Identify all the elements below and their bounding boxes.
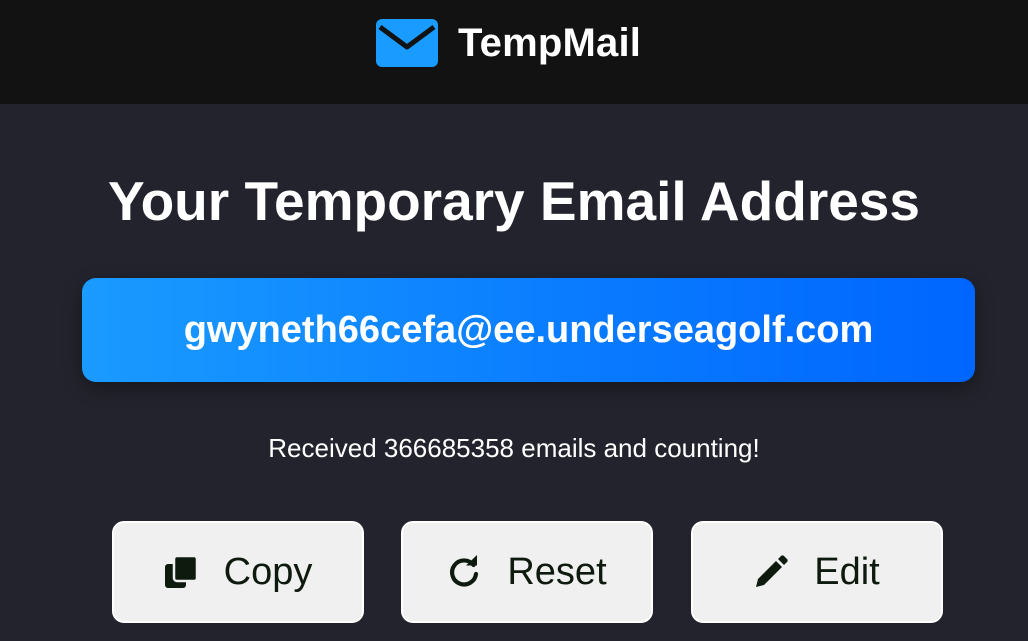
- refresh-icon: [450, 555, 479, 587]
- copy-button-label: Copy: [223, 550, 313, 593]
- reset-button-label: Reset: [507, 550, 607, 593]
- top-bar: TempMail: [0, 0, 1028, 104]
- email-address-display[interactable]: gwyneth66cefa@ee.underseagolf.com: [82, 278, 975, 382]
- edit-button[interactable]: Edit: [691, 521, 943, 623]
- reset-button[interactable]: Reset: [401, 521, 653, 623]
- brand[interactable]: TempMail: [376, 18, 641, 68]
- emails-received-counter: Received 366685358 emails and counting!: [268, 433, 760, 463]
- copy-button[interactable]: Copy: [112, 521, 364, 623]
- brand-name: TempMail: [458, 20, 642, 65]
- copy-icon: [164, 555, 198, 588]
- pencil-icon: [756, 555, 788, 587]
- page-title: Your Temporary Email Address: [107, 170, 920, 232]
- envelope-icon: [376, 19, 438, 67]
- edit-button-label: Edit: [814, 550, 880, 593]
